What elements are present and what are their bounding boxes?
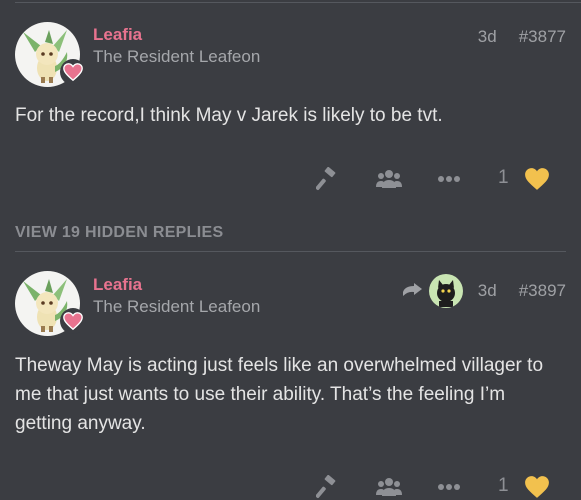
gavel-button[interactable] [313, 164, 343, 194]
like-count[interactable]: 1 [498, 475, 509, 497]
users-icon [376, 170, 402, 188]
users-icon [376, 478, 402, 496]
user-title: The Resident Leafeon [93, 297, 261, 316]
post-number[interactable]: #3877 [519, 27, 566, 47]
post-number[interactable]: #3897 [519, 281, 566, 301]
post-meta: 3d #3877 [478, 27, 566, 47]
gavel-button[interactable] [313, 472, 343, 500]
heart-flair-icon [63, 63, 83, 82]
gavel-icon [316, 475, 336, 499]
user-title: The Resident Leafeon [93, 47, 261, 66]
post-meta: 3d #3897 [402, 274, 566, 308]
username[interactable]: Leafia [93, 275, 142, 295]
ellipsis-icon [438, 176, 460, 182]
ellipsis-icon [438, 484, 460, 490]
post-actions: 1 [0, 472, 581, 500]
topic-thread: Leafia The Resident Leafeon 3d #3877 For… [0, 0, 581, 500]
heart-icon [525, 168, 549, 190]
post-body: For the record,I think May v Jarek is li… [15, 105, 443, 126]
participants-button[interactable] [374, 164, 404, 194]
post-age[interactable]: 3d [478, 27, 497, 47]
gavel-icon [316, 167, 336, 191]
divider [15, 251, 566, 252]
post-age[interactable]: 3d [478, 281, 497, 301]
like-count[interactable]: 1 [498, 167, 509, 189]
more-options-button[interactable] [434, 164, 464, 194]
avatar[interactable] [15, 271, 86, 336]
like-button[interactable] [522, 472, 552, 500]
reply-to-avatar[interactable] [428, 274, 463, 308]
view-hidden-replies-link[interactable]: VIEW 19 HIDDEN REPLIES [15, 224, 223, 242]
more-options-button[interactable] [434, 472, 464, 500]
post-actions: 1 [0, 164, 581, 194]
participants-button[interactable] [374, 472, 404, 500]
avatar[interactable] [15, 22, 86, 87]
reply-to-indicator[interactable] [402, 283, 423, 299]
avatar-flair [60, 59, 86, 85]
post-body: Theway May is acting just feels like an … [15, 355, 544, 434]
reply-arrow-icon [402, 283, 422, 296]
heart-icon [525, 476, 549, 498]
like-button[interactable] [522, 164, 552, 194]
black-cat-avatar [436, 280, 455, 307]
divider [15, 2, 581, 3]
username[interactable]: Leafia [93, 25, 142, 45]
heart-flair-icon [63, 312, 83, 331]
avatar-flair [60, 308, 86, 334]
